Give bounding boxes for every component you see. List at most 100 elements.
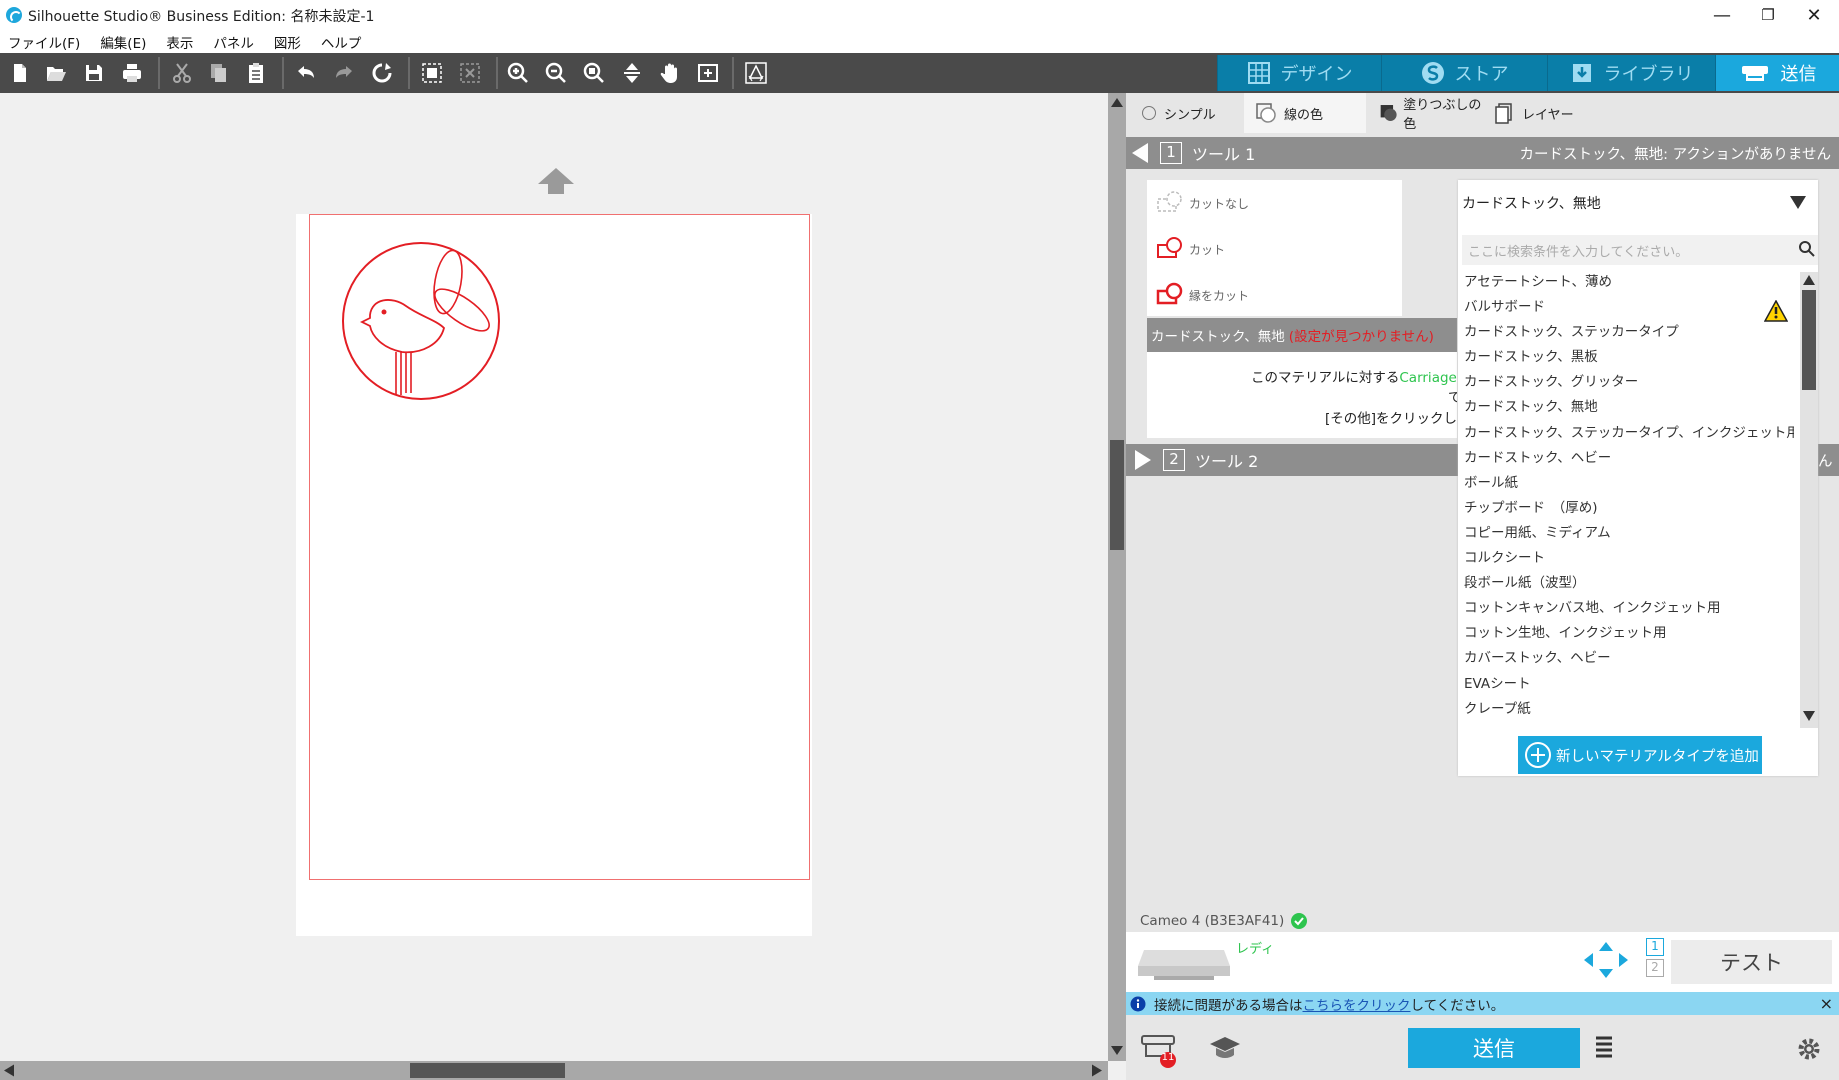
trace-icon[interactable] (742, 59, 770, 87)
settings-gear-icon[interactable] (1796, 1036, 1822, 1062)
material-list-item[interactable]: EVAシート (1464, 672, 1794, 697)
info-line-1-pre: このマテリアルに対する (1251, 370, 1400, 386)
fit-to-page-icon[interactable] (694, 59, 722, 87)
material-list-item[interactable]: カードストック、無地 (1464, 395, 1794, 420)
tab-line-color[interactable]: 線の色 (1244, 93, 1366, 133)
material-list-item[interactable]: カバーストック、ヘビー (1464, 646, 1794, 671)
tab-simple[interactable]: シンプル (1132, 93, 1244, 133)
add-material-type-button[interactable]: 新しいマテリアルタイプを追加 (1518, 736, 1762, 774)
tab-design[interactable]: デザイン (1217, 55, 1381, 91)
cut-icon[interactable] (168, 59, 196, 87)
material-list-item[interactable]: コットンキャンバス地、インクジェット用 (1464, 596, 1794, 621)
maximize-button[interactable]: ❐ (1745, 0, 1791, 30)
menu-help[interactable]: ヘルプ (321, 32, 362, 52)
material-list-item[interactable]: カードストック、ヘビー (1464, 446, 1794, 471)
material-list-item[interactable]: バルサボード (1464, 295, 1794, 320)
device-status: レディ (1236, 942, 1275, 957)
list-scroll-down-icon[interactable] (1802, 710, 1816, 722)
material-list-scroll-thumb[interactable] (1802, 290, 1816, 390)
minimize-button[interactable]: — (1699, 0, 1745, 30)
tool2-header[interactable]: 2 ツール 2 (1126, 444, 1462, 476)
design-canvas[interactable] (0, 93, 1108, 1061)
material-list-item[interactable]: コルクシート (1464, 546, 1794, 571)
warning-icon (1764, 300, 1788, 322)
notice-link[interactable]: こちらをクリック (1303, 994, 1411, 1014)
horizontal-scroll-thumb[interactable] (410, 1063, 565, 1078)
material-list-item[interactable]: カードストック、グリッター (1464, 370, 1794, 395)
deselect-icon[interactable] (456, 59, 484, 87)
menu-file[interactable]: ファイル(F) (8, 32, 80, 52)
new-document-icon[interactable] (6, 59, 34, 87)
select-all-icon[interactable] (418, 59, 446, 87)
material-list-item[interactable]: コットン生地、インクジェット用 (1464, 621, 1794, 646)
zoom-out-icon[interactable] (542, 59, 570, 87)
zoom-select-icon[interactable] (580, 59, 608, 87)
test-button[interactable]: テスト (1671, 940, 1832, 984)
tool-slot-2[interactable]: 2 (1646, 959, 1664, 977)
search-icon[interactable] (1798, 240, 1816, 258)
material-name: カードストック、無地 (1151, 329, 1285, 345)
material-list-item[interactable]: アセテートシート、薄め (1464, 270, 1794, 295)
menu-panel[interactable]: パネル (213, 32, 254, 52)
tool-slot-1[interactable]: 1 (1646, 938, 1664, 956)
line-color-icon (1256, 103, 1276, 123)
scroll-down-icon[interactable] (1110, 1045, 1124, 1057)
material-list-item[interactable]: カードストック、ステッカータイプ、インクジェット用 (1464, 421, 1794, 446)
drag-zoom-icon[interactable] (618, 59, 646, 87)
material-search-input[interactable]: ここに検索条件を入力してください。 (1462, 235, 1818, 265)
action-edge-cut-label: 縁をカット (1189, 288, 1250, 303)
send-queue-icon[interactable] (1140, 1032, 1182, 1070)
tab-send[interactable]: 送信 (1715, 55, 1839, 91)
paste-icon[interactable] (242, 59, 270, 87)
tool1-header[interactable]: 1 ツール 1 カードストック、無地: アクションがありません (1126, 137, 1839, 169)
pan-hand-icon[interactable] (656, 59, 684, 87)
bird-design-shape[interactable] (340, 240, 502, 402)
notice-close-button[interactable]: × (1820, 994, 1833, 1013)
action-edge-cut[interactable]: 縁をカット (1155, 282, 1249, 308)
device-name: Cameo 4 (B3E3AF41) (1140, 913, 1285, 929)
material-list-item[interactable]: 段ボール紙（波型） (1464, 571, 1794, 596)
copy-icon[interactable] (204, 59, 232, 87)
carriage-link[interactable]: Carriage 1 (1399, 370, 1457, 386)
notice-text-pre: 接続に問題がある場合は (1154, 997, 1303, 1014)
list-scroll-up-icon[interactable] (1802, 274, 1816, 286)
material-list-item[interactable]: チップボード （厚め) (1464, 496, 1794, 521)
scroll-left-icon[interactable] (2, 1063, 16, 1078)
menu-view[interactable]: 表示 (166, 32, 193, 52)
app-window: Silhouette Studio® Business Edition: 名称未… (0, 0, 1839, 1080)
tab-fill-color[interactable]: 塗りつぶしの色 (1366, 93, 1484, 133)
material-list: アセテートシート、薄め バルサボード カードストック、ステッカータイプ カードストック… (1464, 270, 1794, 722)
dropdown-arrow-icon[interactable] (1790, 196, 1806, 209)
redraw-icon[interactable] (368, 59, 396, 87)
print-icon[interactable] (118, 59, 146, 87)
menu-shape[interactable]: 図形 (274, 32, 301, 52)
tab-store[interactable]: ストア (1381, 55, 1547, 91)
tutorial-graduation-cap-icon[interactable] (1208, 1034, 1242, 1064)
open-folder-icon[interactable] (42, 59, 70, 87)
scroll-right-icon[interactable] (1090, 1063, 1104, 1078)
action-no-cut[interactable]: カットなし (1155, 190, 1249, 216)
material-list-item[interactable]: カードストック、ステッカータイプ (1464, 320, 1794, 345)
material-list-item[interactable]: コピー用紙、ミディアム (1464, 521, 1794, 546)
material-list-item[interactable]: ボール紙 (1464, 471, 1794, 496)
redo-icon[interactable] (330, 59, 358, 87)
material-list-item[interactable]: カードストック、黒板 (1464, 345, 1794, 370)
material-list-item[interactable]: クレープ紙 (1464, 697, 1794, 722)
menu-edit[interactable]: 編集(E) (100, 32, 146, 52)
close-button[interactable]: ✕ (1791, 0, 1837, 30)
send-options-menu-icon[interactable] (1594, 1034, 1614, 1062)
zoom-in-icon[interactable] (504, 59, 532, 87)
tab-layer[interactable]: レイヤー (1484, 93, 1584, 133)
material-select[interactable]: カードストック、無地 (1462, 190, 1814, 216)
toolbar-separator (158, 57, 160, 89)
tab-library[interactable]: ライブラリ (1547, 55, 1715, 91)
vertical-scroll-thumb[interactable] (1110, 440, 1124, 550)
canvas-vertical-scrollbar[interactable] (1108, 93, 1126, 1061)
action-cut[interactable]: カット (1155, 236, 1225, 262)
move-arrows-icon[interactable] (1582, 940, 1630, 980)
scroll-up-icon[interactable] (1110, 96, 1124, 108)
undo-icon[interactable] (292, 59, 320, 87)
send-button[interactable]: 送信 (1408, 1028, 1580, 1068)
save-icon[interactable] (80, 59, 108, 87)
fill-color-icon (1380, 105, 1397, 121)
